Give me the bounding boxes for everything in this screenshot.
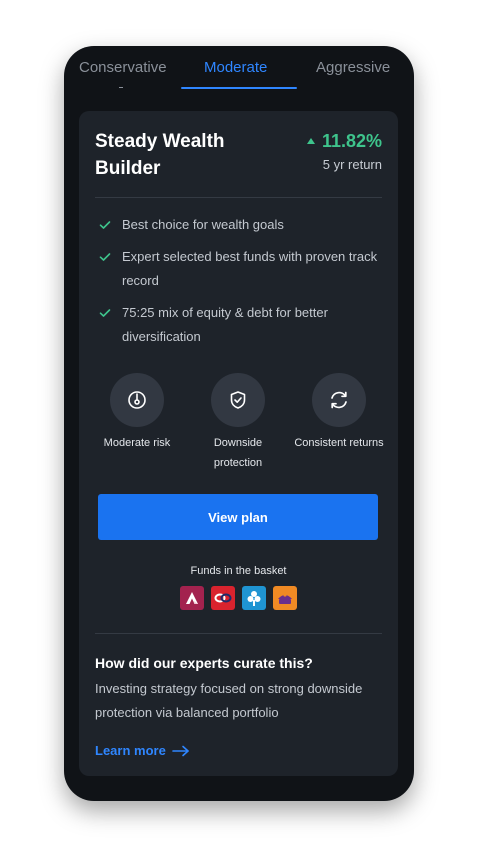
trait-moderate-risk: Moderate risk	[87, 373, 187, 453]
kotak-logo-icon	[242, 586, 266, 610]
mirae-logo-icon	[273, 586, 297, 610]
axis-logo-icon	[180, 586, 204, 610]
curate-description: Investing strategy focused on strong dow…	[95, 681, 363, 720]
arrow-up-icon	[306, 138, 315, 144]
phone-frame: Conservative Moderate Aggressive Steady …	[64, 46, 414, 801]
risk-tabs: Conservative Moderate Aggressive	[64, 46, 414, 90]
learn-more-label: Learn more	[95, 743, 166, 758]
learn-more-link[interactable]: Learn more	[95, 741, 190, 761]
tab-moderate[interactable]: Moderate	[204, 58, 267, 78]
feature-item: Best choice for wealth goals	[99, 213, 384, 237]
return-value: 11.82%	[321, 131, 382, 151]
funds-label: Funds in the basket	[190, 565, 287, 577]
trait-consistent-returns: Consistent returns	[289, 373, 389, 453]
trait-label: Consistent returns	[294, 437, 384, 449]
active-tab-indicator	[181, 87, 297, 89]
feature-text: Expert selected best funds with proven t…	[122, 249, 378, 288]
check-icon	[99, 309, 111, 317]
tab-marker	[119, 87, 123, 88]
trait-downside-protection: Downside protection	[188, 373, 288, 473]
curate-title: How did our experts curate this?	[95, 655, 313, 671]
tab-aggressive[interactable]: Aggressive	[316, 58, 390, 78]
check-icon	[99, 253, 111, 261]
arrow-right-icon	[172, 745, 189, 757]
funds-logos	[180, 586, 297, 610]
return-label: 5 yr return	[322, 157, 382, 172]
icici-logo-icon	[211, 586, 235, 610]
tab-conservative[interactable]: Conservative	[79, 58, 167, 78]
trait-label: Moderate risk	[103, 437, 171, 449]
refresh-icon	[331, 391, 347, 409]
feature-text: 75:25 mix of equity & debt for better di…	[122, 305, 328, 344]
view-plan-button[interactable]: View plan	[98, 494, 378, 540]
feature-text: Best choice for wealth goals	[122, 217, 284, 232]
check-icon	[99, 221, 111, 229]
gauge-icon	[128, 391, 146, 409]
plan-card: Steady Wealth Builder 11.82% 5 yr return…	[79, 111, 398, 776]
divider	[95, 197, 382, 198]
shield-check-icon	[230, 391, 246, 409]
divider	[95, 633, 382, 634]
return-block: 11.82% 5 yr return	[306, 130, 382, 174]
trait-label: Downside protection	[213, 437, 263, 469]
feature-list: Best choice for wealth goals Expert sele…	[99, 213, 384, 357]
feature-item: Expert selected best funds with proven t…	[99, 245, 384, 293]
plan-traits: Moderate risk Downside protection Consis…	[79, 373, 398, 473]
feature-item: 75:25 mix of equity & debt for better di…	[99, 301, 384, 349]
plan-title: Steady Wealth Builder	[95, 131, 225, 179]
